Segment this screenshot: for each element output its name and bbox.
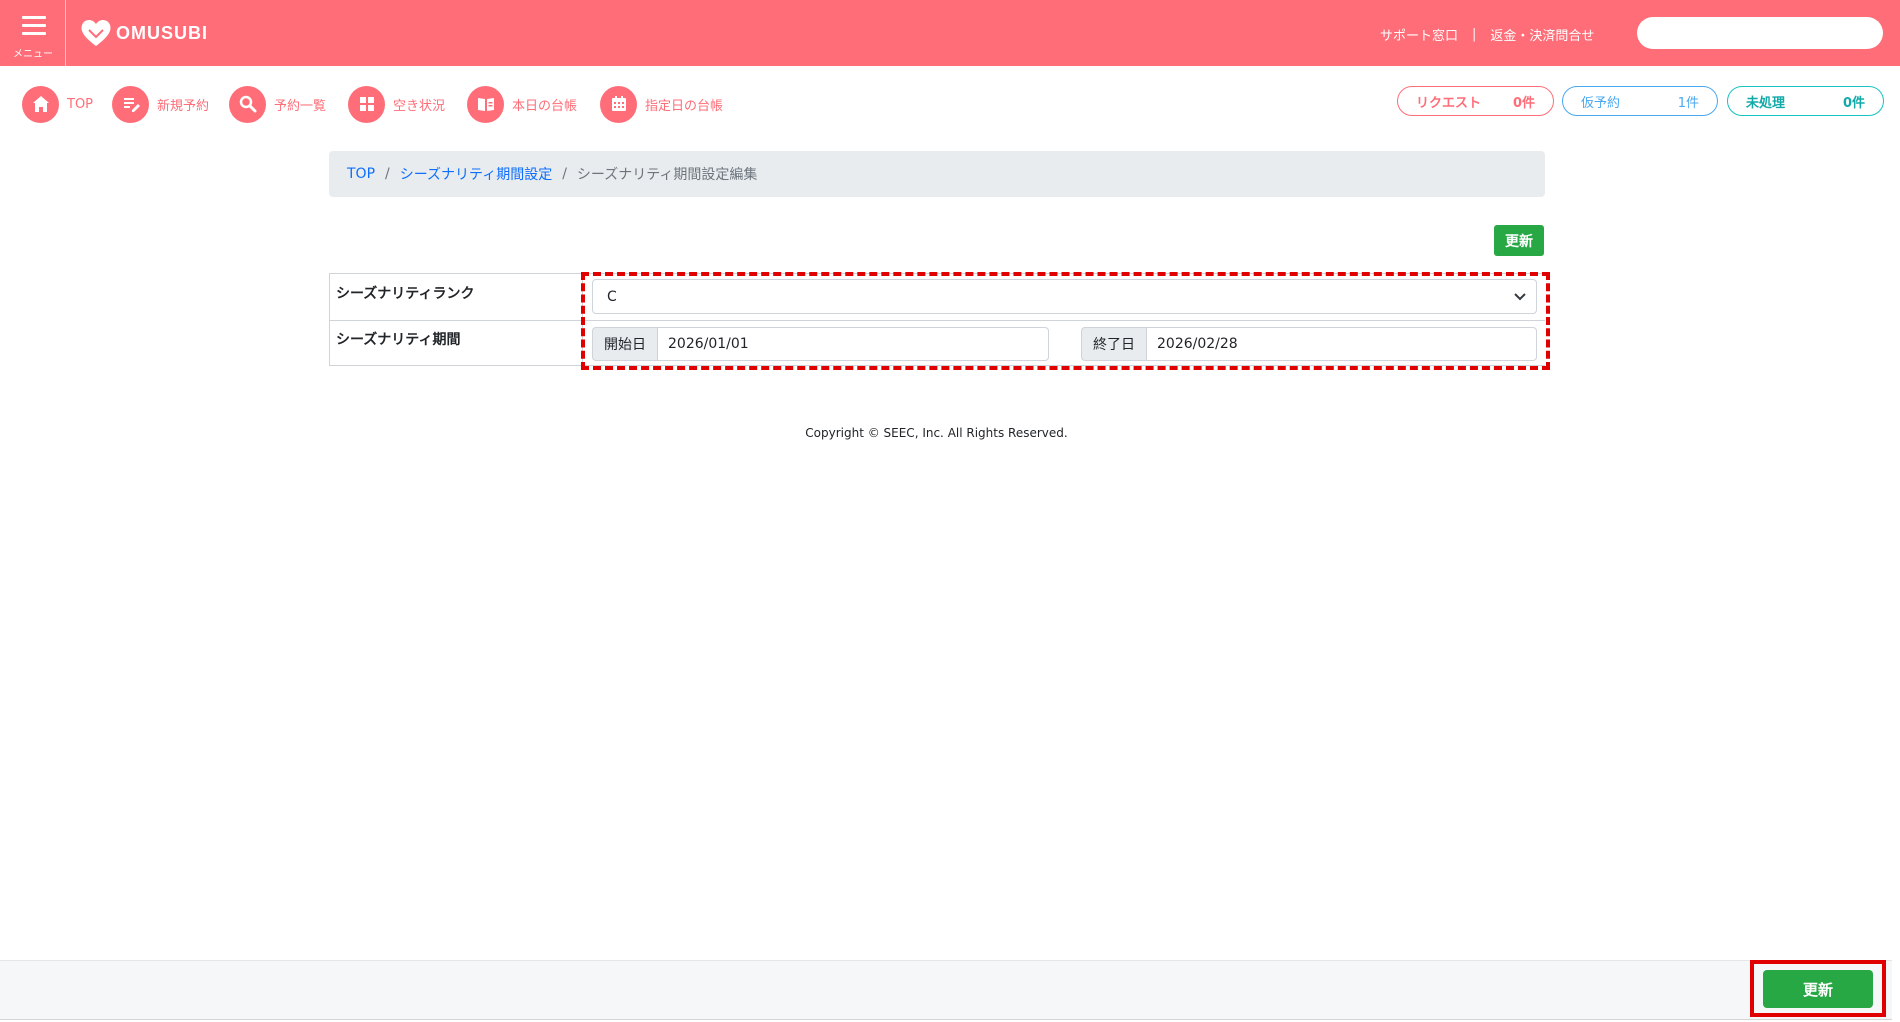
heart-logo-icon (81, 19, 111, 46)
breadcrumb-parent-link[interactable]: シーズナリティ期間設定 (400, 164, 552, 184)
nav-item-date-ledger[interactable]: 指定日の台帳 (600, 84, 723, 124)
rank-select[interactable]: C (592, 279, 1537, 314)
menu-button[interactable]: メニュー (0, 0, 66, 66)
update-button-bottom[interactable]: 更新 (1763, 970, 1873, 1008)
pill-count: 0件 (1512, 95, 1535, 111)
copyright-text: Copyright © SEEC, Inc. All Rights Reserv… (805, 426, 1068, 440)
update-button-top[interactable]: 更新 (1494, 225, 1544, 256)
scrollbar[interactable] (1892, 66, 1900, 1020)
nav-item-reservation-list[interactable]: 予約一覧 (229, 84, 326, 124)
header-search-input[interactable] (1637, 17, 1883, 49)
grid-icon (348, 85, 385, 123)
bottom-action-bar (0, 960, 1900, 1020)
pill-count: 1件 (1677, 95, 1699, 111)
nav-item-today-ledger[interactable]: 本日の台帳 (467, 84, 577, 124)
request-count-pill[interactable]: リクエスト 0件 (1397, 86, 1554, 116)
table-border (329, 273, 330, 366)
table-border (582, 273, 583, 366)
search-icon (229, 85, 266, 123)
pill-count: 0件 (1842, 95, 1865, 111)
hamburger-icon-bar (22, 32, 46, 35)
rank-select-value: C (607, 288, 617, 305)
table-border (329, 365, 1545, 366)
menu-label: メニュー (13, 49, 53, 60)
nav-item-new-reservation[interactable]: 新規予約 (112, 84, 209, 124)
table-border (329, 320, 1545, 321)
link-separator: | (1472, 26, 1477, 42)
end-date-group: 終了日 2026/02/28 (1081, 327, 1537, 361)
tentative-count-pill[interactable]: 仮予約 1件 (1562, 86, 1718, 116)
support-link[interactable]: サポート窓口 (1380, 25, 1458, 44)
logo[interactable]: OMUSUBI (80, 17, 208, 49)
start-date-input[interactable]: 2026/01/01 (657, 327, 1049, 361)
breadcrumb-separator: / (562, 166, 567, 182)
nav-item-label: TOP (67, 96, 94, 112)
edit-icon (112, 85, 149, 123)
table-border (329, 273, 1545, 274)
pill-label: 仮予約 (1581, 95, 1621, 111)
calendar-icon (600, 85, 637, 123)
period-label: シーズナリティ期間 (336, 332, 461, 348)
hamburger-icon-bar (22, 16, 46, 19)
nav-item-availability[interactable]: 空き状況 (348, 84, 445, 124)
top-header: メニュー OMUSUBI サポート窓口 | 返金・決済問合せ (0, 0, 1900, 66)
book-icon (467, 85, 504, 123)
nav-item-label: 予約一覧 (274, 98, 327, 114)
chevron-down-icon (1514, 292, 1526, 300)
refund-inquiry-link[interactable]: 返金・決済問合せ (1490, 25, 1594, 44)
logo-text: OMUSUBI (116, 22, 208, 43)
start-date-label: 開始日 (592, 327, 657, 361)
end-date-label: 終了日 (1081, 327, 1146, 361)
breadcrumb-separator: / (385, 166, 390, 182)
header-links: サポート窓口 | 返金・決済問合せ (1380, 24, 1594, 44)
rank-label: シーズナリティランク (336, 286, 475, 302)
home-icon (22, 85, 59, 123)
unprocessed-count-pill[interactable]: 未処理 0件 (1727, 86, 1884, 116)
start-date-group: 開始日 2026/01/01 (592, 327, 1049, 361)
end-date-input[interactable]: 2026/02/28 (1146, 327, 1537, 361)
nav-item-label: 空き状況 (393, 98, 446, 114)
nav-item-top[interactable]: TOP (22, 84, 93, 124)
nav-item-label: 本日の台帳 (512, 98, 578, 114)
nav-item-label: 指定日の台帳 (645, 98, 724, 114)
hamburger-icon-bar (22, 24, 46, 27)
pill-label: リクエスト (1416, 95, 1482, 111)
breadcrumb-top-link[interactable]: TOP (347, 166, 375, 182)
breadcrumb: TOP / シーズナリティ期間設定 / シーズナリティ期間設定編集 (329, 151, 1545, 197)
nav-item-label: 新規予約 (157, 98, 210, 114)
breadcrumb-current: シーズナリティ期間設定編集 (576, 167, 758, 183)
quick-nav: TOP 新規予約 予約一覧 空き状況 本日の台帳 指定日の台帳 リクエスト 0件 (0, 66, 1900, 140)
pill-label: 未処理 (1746, 95, 1786, 111)
